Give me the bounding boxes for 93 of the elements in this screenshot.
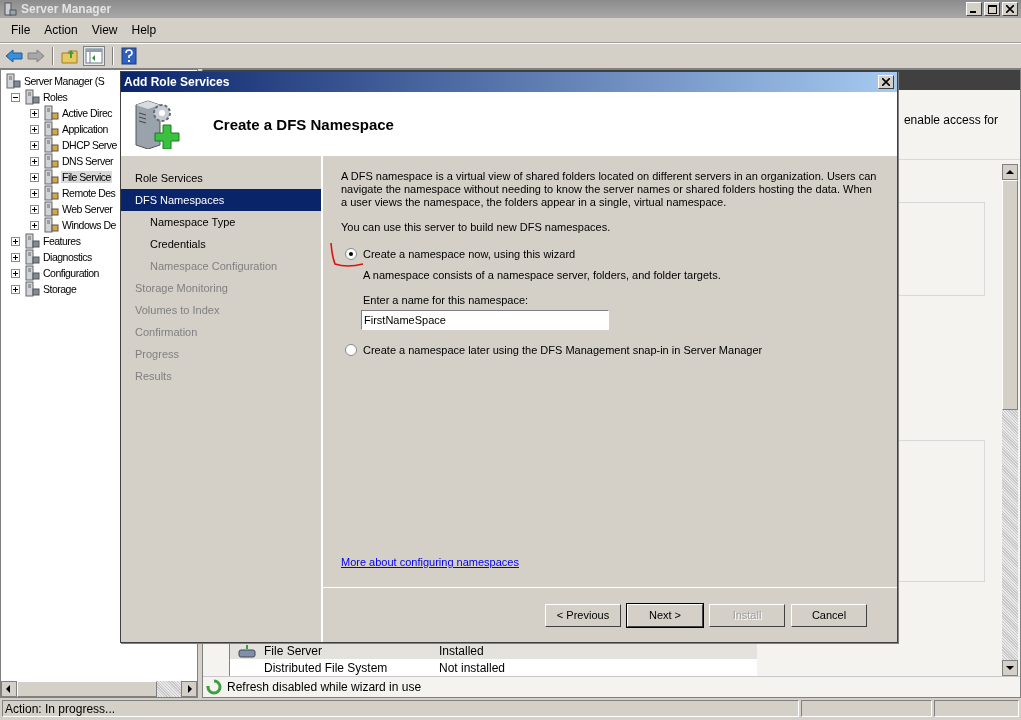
- refresh-notice: Refresh disabled while wizard in use: [227, 680, 422, 694]
- scroll-right-icon[interactable]: [181, 681, 197, 697]
- role-service-row[interactable]: Distributed File System Not installed: [230, 659, 757, 676]
- expander-icon[interactable]: [11, 92, 20, 102]
- menu-item[interactable]: View: [84, 21, 125, 39]
- server-icon: [24, 89, 40, 105]
- server-icon: [43, 201, 59, 217]
- expander-icon[interactable]: [30, 108, 39, 118]
- role-description: enable access for: [903, 113, 998, 127]
- tree-item[interactable]: DHCP Serve: [61, 139, 118, 151]
- menu-item[interactable]: Help: [124, 21, 164, 39]
- dialog-title: Add Role Services: [124, 75, 230, 89]
- expander-icon[interactable]: [11, 284, 20, 294]
- scroll-up-icon[interactable]: [1002, 164, 1018, 180]
- table-cell-text: File Server: [264, 643, 323, 658]
- field-label: Enter a name for this namespace:: [363, 294, 530, 306]
- table-cell: Installed: [439, 643, 484, 658]
- wizard-button[interactable]: Cancel: [791, 603, 867, 627]
- tree-item[interactable]: Storage: [42, 283, 78, 295]
- page-heading: Create a DFS Namespace: [213, 115, 394, 133]
- maximize-button[interactable]: [984, 2, 1000, 16]
- scroll-thumb[interactable]: [17, 681, 157, 697]
- wizard-step[interactable]: Namespace Type: [121, 211, 321, 233]
- close-button[interactable]: [1002, 2, 1018, 16]
- wizard-button[interactable]: < Previous: [545, 603, 621, 627]
- expander-icon[interactable]: [11, 236, 20, 246]
- back-arrow-icon[interactable]: [5, 48, 23, 64]
- expander-icon[interactable]: [30, 124, 39, 134]
- radio-button[interactable]: [345, 344, 357, 356]
- scroll-left-icon[interactable]: [1, 681, 17, 697]
- server-icon: [43, 105, 59, 121]
- expander-icon[interactable]: [30, 172, 39, 182]
- server-icon: [3, 2, 17, 16]
- server-icon: [43, 169, 59, 185]
- server-icon: [24, 281, 40, 297]
- close-button[interactable]: [878, 75, 894, 89]
- window-title: Server Manager: [21, 2, 112, 16]
- tree-item[interactable]: File Service: [61, 171, 112, 183]
- tree-item[interactable]: Server Manager (S: [23, 75, 106, 87]
- status-text: Action: In progress...: [2, 700, 799, 717]
- wizard-step[interactable]: DFS Namespaces: [121, 189, 321, 211]
- refresh-icon: [206, 679, 222, 695]
- tree-item[interactable]: Configuration: [42, 267, 100, 279]
- scroll-down-icon[interactable]: [1002, 660, 1018, 676]
- server-icon: [24, 249, 40, 265]
- radio-label[interactable]: Create a namespace now, using this wizard: [363, 248, 576, 260]
- intro-text: You can use this server to build new DFS namespaces.: [341, 221, 612, 234]
- tree-item[interactable]: Windows De: [61, 219, 117, 231]
- intro-text: A DFS namespace is a virtual view of shared folders located on different servers in an organization. Users can navigate the namespace without needing to know the server names or shared folders hosting the data. When a user views the namespace, the folders appear in a single, virtual namespace.: [341, 170, 878, 209]
- expander-icon[interactable]: [11, 268, 20, 278]
- table-cell-text: Distributed File System: [264, 660, 389, 675]
- expander-icon[interactable]: [30, 188, 39, 198]
- minimize-button[interactable]: [966, 2, 982, 16]
- server-icon: [43, 137, 59, 153]
- expander-icon[interactable]: [30, 204, 39, 214]
- expander-icon[interactable]: [30, 140, 39, 150]
- server-icon: [43, 185, 59, 201]
- tree-item[interactable]: Roles: [42, 91, 69, 103]
- radio-button[interactable]: [345, 248, 357, 260]
- server-icon: [43, 217, 59, 233]
- tree-item[interactable]: Remote Des: [61, 187, 117, 199]
- maximize-icon: [987, 4, 997, 14]
- server-icon: [238, 643, 256, 658]
- tree-item[interactable]: Diagnostics: [42, 251, 93, 263]
- tree-item[interactable]: Application: [61, 123, 109, 135]
- help-icon[interactable]: [121, 47, 137, 65]
- close-icon: [1006, 5, 1014, 13]
- menu-item[interactable]: File: [4, 21, 38, 39]
- option-description: A namespace consists of a namespace server, folders, and folder targets.: [363, 269, 722, 281]
- expander-icon[interactable]: [11, 252, 20, 262]
- table-cell: Not installed: [439, 660, 506, 675]
- expander-icon[interactable]: [30, 156, 39, 166]
- scroll-thumb[interactable]: [1002, 180, 1018, 410]
- wizard-step[interactable]: Role Services: [121, 167, 321, 189]
- server-icon: [43, 153, 59, 169]
- tree-item[interactable]: DNS Server: [61, 155, 114, 167]
- server-icon: [43, 121, 59, 137]
- close-icon: [882, 78, 890, 86]
- tree-item[interactable]: Features: [42, 235, 82, 247]
- tree-item[interactable]: Active Direc: [61, 107, 113, 119]
- server-icon: [5, 73, 21, 89]
- server-icon: [24, 265, 40, 281]
- pane-toggle-icon[interactable]: [83, 46, 105, 66]
- server-icon: [24, 233, 40, 249]
- server-add-icon: [134, 99, 182, 149]
- namespace-name-field[interactable]: FirstNameSpace: [361, 310, 609, 330]
- help-link[interactable]: More about configuring namespaces: [341, 556, 519, 568]
- menu-item[interactable]: Action: [37, 21, 85, 39]
- expander-icon[interactable]: [30, 220, 39, 230]
- wizard-button[interactable]: Next >: [627, 603, 703, 627]
- tree-item[interactable]: Web Server: [61, 203, 114, 215]
- wizard-step[interactable]: Credentials: [121, 233, 321, 255]
- radio-label[interactable]: Create a namespace later using the DFS Management snap-in in Server Manager: [363, 344, 763, 356]
